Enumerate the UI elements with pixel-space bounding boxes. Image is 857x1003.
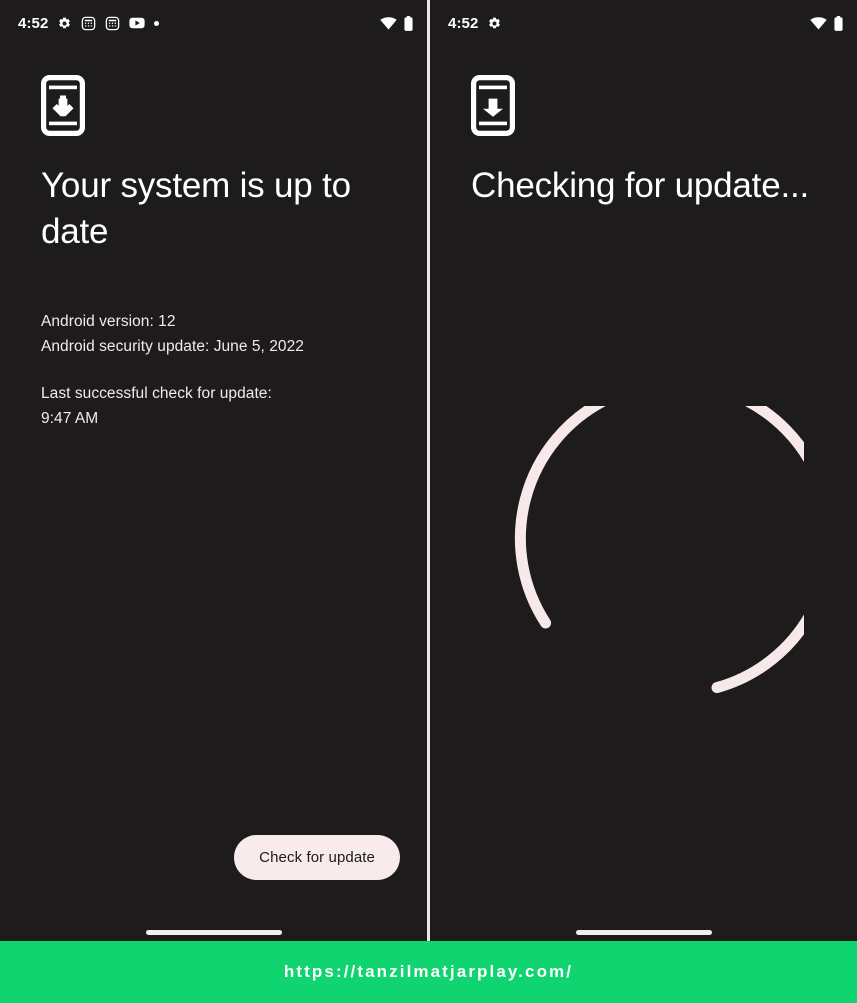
status-bar-right-group xyxy=(380,15,413,31)
last-check-label: Last successful check for update: xyxy=(41,385,272,402)
action-button-row: Check for update xyxy=(0,835,427,880)
battery-icon xyxy=(404,15,413,31)
screenshot-page: 4:52 Your system is up to date Android v… xyxy=(0,0,857,1003)
watermark-url-text: https://tanzilmatjarplay.com/ xyxy=(283,962,574,981)
system-update-icon xyxy=(40,74,386,136)
loading-spinner xyxy=(430,406,857,726)
status-bar-left: 4:52 xyxy=(0,0,427,46)
dot-icon xyxy=(154,20,160,26)
update-content-right: Checking for update... xyxy=(430,46,857,209)
youtube-icon xyxy=(129,17,146,29)
page-title: Your system is up to date xyxy=(41,166,351,251)
gear-icon xyxy=(487,16,502,31)
status-bar-clock: 4:52 xyxy=(448,14,479,32)
home-indicator[interactable] xyxy=(575,930,712,935)
phone-screenshots-row: 4:52 Your system is up to date Android v… xyxy=(0,0,857,941)
page-title: Checking for update... xyxy=(471,166,810,205)
last-check-time: 9:47 AM xyxy=(41,410,99,427)
phone-screen-up-to-date: 4:52 Your system is up to date Android v… xyxy=(0,0,427,941)
update-content-left: Your system is up to date Android versio… xyxy=(0,46,427,431)
status-bar-left-group: 4:52 xyxy=(448,16,502,31)
update-details: Android version: 12 Android security upd… xyxy=(41,255,386,431)
android-version-text: Android version: 12 xyxy=(41,313,176,330)
gear-icon xyxy=(57,16,72,31)
wifi-icon xyxy=(810,16,827,30)
details-spacer xyxy=(41,359,386,381)
phone-screen-checking: 4:52 Checking for update... xyxy=(430,0,857,941)
battery-icon xyxy=(834,15,843,31)
calculator-app-icon xyxy=(81,16,96,31)
home-indicator[interactable] xyxy=(145,930,282,935)
calculator-app-icon xyxy=(105,16,120,31)
status-bar-right-group xyxy=(810,15,843,31)
status-bar-clock: 4:52 xyxy=(18,14,49,32)
status-bar-right: 4:52 xyxy=(430,0,857,46)
check-for-update-button[interactable]: Check for update xyxy=(234,835,400,880)
android-security-update-text: Android security update: June 5, 2022 xyxy=(41,338,304,355)
status-bar-left-group: 4:52 xyxy=(18,14,160,32)
watermark-url-bar: https://tanzilmatjarplay.com/ xyxy=(0,941,857,1003)
system-update-icon xyxy=(470,74,816,136)
wifi-icon xyxy=(380,16,397,30)
